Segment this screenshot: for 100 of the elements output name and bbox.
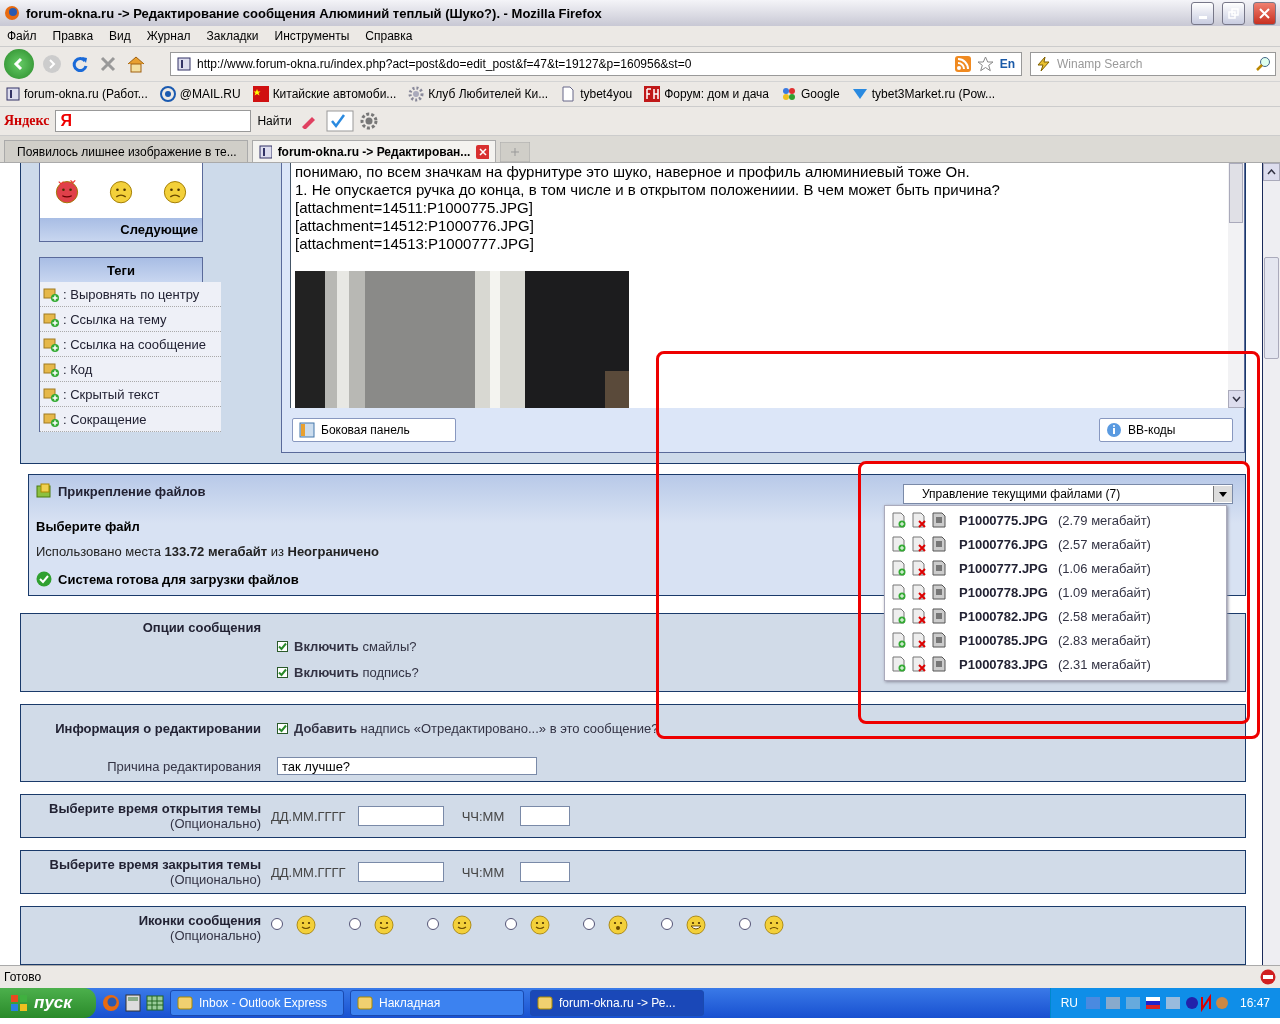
yandex-search-field[interactable]: Я bbox=[55, 110, 252, 132]
delete-icon[interactable] bbox=[911, 608, 927, 624]
radio-button[interactable] bbox=[349, 918, 361, 930]
rss-icon[interactable] bbox=[954, 56, 971, 72]
taskbar-item[interactable]: Inbox - Outlook Express bbox=[170, 990, 344, 1016]
spreadsheet-icon[interactable] bbox=[146, 994, 164, 1012]
file-name[interactable]: P1000782.JPG bbox=[959, 608, 1048, 624]
radio-button[interactable] bbox=[661, 918, 673, 930]
tag-item[interactable]: : Сокращение bbox=[40, 407, 221, 432]
bbcode-button[interactable]: BB-коды bbox=[1099, 418, 1233, 442]
find-button[interactable]: Найти bbox=[257, 114, 292, 128]
radio-button[interactable] bbox=[271, 918, 283, 930]
back-button[interactable] bbox=[4, 49, 34, 79]
menu-item[interactable]: Закладки bbox=[206, 29, 259, 43]
file-name[interactable]: P1000783.JPG bbox=[959, 656, 1048, 672]
bookmark[interactable]: @MAIL.RU bbox=[159, 86, 241, 102]
file-icon[interactable] bbox=[931, 656, 947, 672]
delete-icon[interactable] bbox=[911, 512, 927, 528]
reason-field[interactable]: так лучше? bbox=[277, 757, 537, 775]
scrollbar-thumb[interactable] bbox=[1229, 163, 1243, 223]
bookmark[interactable]: Google bbox=[781, 86, 840, 102]
browser-tab[interactable]: forum-okna.ru -> Редактирован... bbox=[252, 140, 496, 162]
yandex-menu[interactable]: Яндекс bbox=[4, 113, 50, 129]
date-field[interactable] bbox=[357, 862, 444, 882]
insert-icon[interactable] bbox=[891, 656, 907, 672]
start-button[interactable]: пуск bbox=[0, 988, 96, 1018]
settings-icon[interactable] bbox=[359, 112, 378, 130]
file-icon[interactable] bbox=[931, 560, 947, 576]
address-field[interactable]: http://www.forum-okna.ru/index.php?act=post&do=edit_post&f=47&t=19127&p=160956&st=0 En bbox=[170, 52, 1022, 76]
browser-tab[interactable]: Появилось лишнее изображение в те... bbox=[4, 140, 248, 162]
delete-icon[interactable] bbox=[911, 632, 927, 648]
close-tab-icon[interactable] bbox=[476, 144, 489, 159]
insert-icon[interactable] bbox=[891, 536, 907, 552]
file-name[interactable]: P1000777.JPG bbox=[959, 560, 1048, 576]
minimize-button[interactable] bbox=[1191, 1, 1214, 25]
bookmark[interactable]: tybet4you bbox=[560, 86, 633, 102]
adblock-icon[interactable] bbox=[1260, 969, 1276, 985]
menu-item[interactable]: Файл bbox=[7, 29, 37, 43]
star-icon[interactable] bbox=[976, 55, 994, 73]
scrollbar[interactable] bbox=[1263, 163, 1280, 965]
bookmark[interactable]: forum-okna.ru (Работ... bbox=[6, 87, 148, 101]
next-link[interactable]: Следующие bbox=[40, 218, 202, 241]
time-field[interactable] bbox=[520, 862, 571, 882]
scrollbar-thumb[interactable] bbox=[1264, 257, 1279, 359]
tag-item[interactable]: : Код bbox=[40, 357, 221, 382]
search-icon[interactable] bbox=[1255, 56, 1271, 72]
date-field[interactable] bbox=[357, 806, 444, 826]
menu-item[interactable]: Вид bbox=[109, 29, 131, 43]
file-icon[interactable] bbox=[931, 584, 947, 600]
menu-item[interactable]: Справка bbox=[365, 29, 413, 43]
insert-icon[interactable] bbox=[891, 608, 907, 624]
menu-item[interactable]: Правка bbox=[52, 29, 94, 43]
home-icon[interactable] bbox=[126, 54, 146, 74]
arrow-up-icon bbox=[1267, 169, 1276, 175]
tag-item[interactable]: : Ссылка на сообщение bbox=[40, 332, 221, 357]
bookmark[interactable]: Китайские автомоби... bbox=[252, 86, 397, 102]
time-field[interactable] bbox=[520, 806, 571, 826]
reload-icon[interactable] bbox=[70, 54, 90, 74]
file-name[interactable]: P1000778.JPG bbox=[959, 584, 1048, 600]
delete-icon[interactable] bbox=[911, 536, 927, 552]
tag-item[interactable]: : Ссылка на тему bbox=[40, 307, 221, 332]
file-name[interactable]: P1000775.JPG bbox=[959, 512, 1048, 528]
calculator-icon[interactable] bbox=[124, 994, 142, 1012]
bookmark[interactable]: Клуб Любителей Ки... bbox=[408, 86, 549, 102]
editor-scrollbar[interactable] bbox=[1228, 163, 1244, 408]
insert-icon[interactable] bbox=[891, 512, 907, 528]
file-name[interactable]: P1000776.JPG bbox=[959, 536, 1048, 552]
spellcheck-icon[interactable] bbox=[325, 110, 354, 132]
tag-item[interactable]: : Скрытый текст bbox=[40, 382, 221, 407]
checkbox[interactable] bbox=[277, 666, 288, 678]
file-manager-dropdown[interactable]: Управление текущими файлами (7) bbox=[903, 484, 1233, 504]
taskbar-item[interactable]: Накладная bbox=[350, 990, 524, 1016]
restore-button[interactable] bbox=[1222, 1, 1245, 25]
insert-icon[interactable] bbox=[891, 560, 907, 576]
sidebar-button[interactable]: Боковая панель bbox=[292, 418, 456, 442]
file-name[interactable]: P1000785.JPG bbox=[959, 632, 1048, 648]
insert-icon[interactable] bbox=[891, 632, 907, 648]
insert-icon[interactable] bbox=[891, 584, 907, 600]
delete-icon[interactable] bbox=[911, 560, 927, 576]
close-button[interactable] bbox=[1253, 1, 1276, 25]
checkbox[interactable] bbox=[277, 640, 288, 652]
message-editor[interactable] bbox=[290, 163, 1244, 408]
language-indicator[interactable]: En bbox=[999, 57, 1015, 71]
delete-icon[interactable] bbox=[911, 584, 927, 600]
menu-item[interactable]: Журнал bbox=[146, 29, 191, 43]
radio-button[interactable] bbox=[583, 918, 595, 930]
bookmark[interactable]: Форум: дом и дача bbox=[644, 86, 769, 102]
radio-button[interactable] bbox=[505, 918, 517, 930]
taskbar-item[interactable]: forum-okna.ru -> Ре... bbox=[530, 990, 704, 1016]
radio-button[interactable] bbox=[739, 918, 751, 930]
file-icon[interactable] bbox=[931, 608, 947, 624]
menu-item[interactable]: Инструменты bbox=[274, 29, 350, 43]
delete-icon[interactable] bbox=[911, 656, 927, 672]
bookmark[interactable]: tybet3Market.ru (Pow... bbox=[851, 86, 996, 102]
tag-item[interactable]: : Выровнять по центру bbox=[40, 282, 221, 307]
checkbox[interactable] bbox=[277, 722, 288, 734]
file-icon[interactable] bbox=[931, 512, 947, 528]
file-icon[interactable] bbox=[931, 536, 947, 552]
file-icon[interactable] bbox=[931, 632, 947, 648]
radio-button[interactable] bbox=[427, 918, 439, 930]
